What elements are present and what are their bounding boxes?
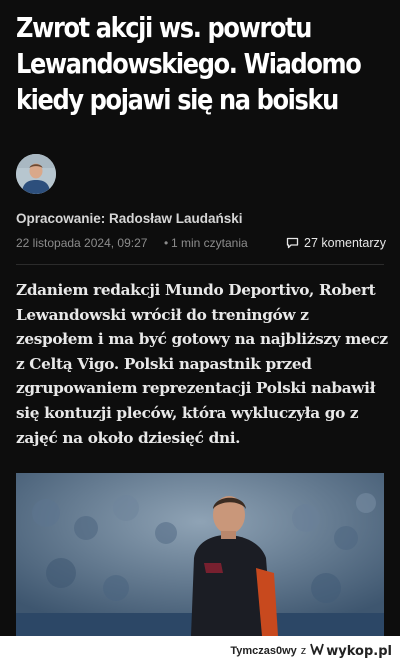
meta-separator: • xyxy=(164,236,169,250)
source-credit: Tymczas0wy z wykop.pl xyxy=(230,643,392,659)
site-link[interactable]: wykop.pl xyxy=(310,643,392,659)
source-bar: Tymczas0wy z wykop.pl xyxy=(0,636,400,662)
author-photo xyxy=(16,154,56,194)
author-credit: Opracowanie: Radosław Laudański xyxy=(16,211,243,226)
article-photo[interactable] xyxy=(16,473,384,636)
source-connector: z xyxy=(300,645,307,657)
article-lead: Zdaniem redakcji Mundo Deportivo, Robert… xyxy=(16,281,388,447)
article-meta: 22 listopada 2024, 09:27 • 1 min czytani… xyxy=(16,234,386,252)
lewandowski-photo xyxy=(16,473,384,636)
speech-bubble-icon xyxy=(286,237,299,249)
uploader-name[interactable]: Tymczas0wy xyxy=(230,645,296,657)
read-time: 1 min czytania xyxy=(171,236,248,250)
comments-link[interactable]: 27 komentarzy xyxy=(286,234,386,252)
article-title[interactable]: Zwrot akcji ws. powrotu Lewandowskiego. … xyxy=(16,10,388,118)
comments-count: 27 komentarzy xyxy=(304,236,386,250)
author-avatar[interactable] xyxy=(16,154,56,194)
article-card: Zwrot akcji ws. powrotu Lewandowskiego. … xyxy=(0,0,400,636)
wykop-logo-icon xyxy=(310,643,325,659)
divider xyxy=(16,264,384,265)
site-name: wykop.pl xyxy=(326,643,392,659)
publish-date: 22 listopada 2024, 09:27 xyxy=(16,236,148,250)
